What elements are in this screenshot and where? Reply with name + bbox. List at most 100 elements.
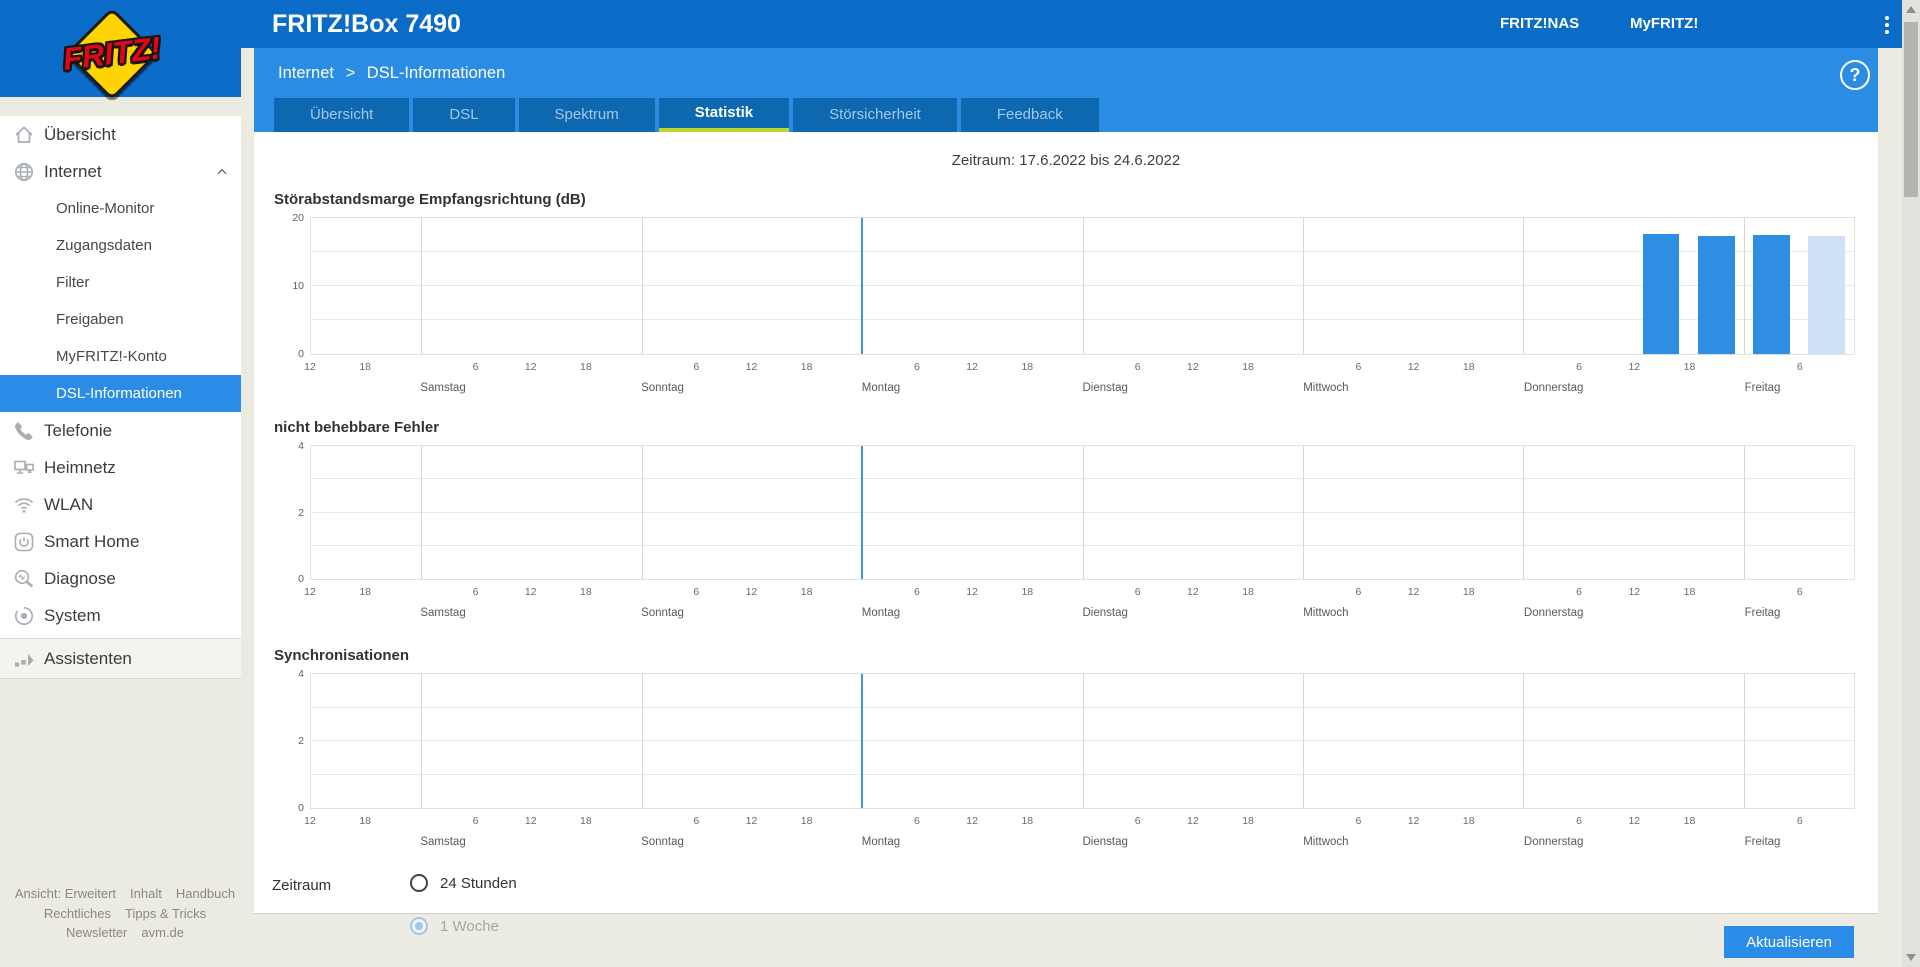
footer-link[interactable]: Inhalt xyxy=(130,886,162,901)
help-icon[interactable]: ? xyxy=(1840,60,1870,90)
day-label: Sonntag xyxy=(641,607,684,619)
x-axis-tick-label: 12 xyxy=(966,586,978,598)
x-axis-day-labels: Samstag Sonntag Montag Dienstag Mittwoch Donn… xyxy=(310,382,1855,397)
x-axis-tick-label: 6 xyxy=(914,361,920,373)
chart-plot-area: 0 10 20 xyxy=(292,212,1855,360)
chart-bar xyxy=(1697,235,1735,354)
x-axis-tick-label: 18 xyxy=(359,586,372,598)
tab-feedback[interactable]: Feedback xyxy=(960,98,1099,132)
fritznas-link[interactable]: FRITZ!NAS xyxy=(1500,0,1579,48)
sidebar-item-myfritz-konto[interactable]: MyFRITZ!-Konto xyxy=(0,338,241,375)
sidebar-item-filter[interactable]: Filter xyxy=(0,264,241,301)
day-label: Dienstag xyxy=(1082,382,1128,394)
day-label: Samstag xyxy=(420,382,466,394)
chart-title: Störabstandsmarge Empfangsrichtung (dB) xyxy=(274,191,586,208)
tab--bersicht[interactable]: Übersicht xyxy=(274,98,410,132)
sidebar-item-telefonie[interactable]: Telefonie xyxy=(0,412,241,449)
sidebar-item-system[interactable]: System xyxy=(0,597,241,634)
aktualisieren-button[interactable]: Aktualisieren xyxy=(1724,926,1854,958)
x-axis-tick-label: 6 xyxy=(1576,586,1583,598)
sidebar-item-zugangsdaten[interactable]: Zugangsdaten xyxy=(0,227,241,264)
sidebar-item-heimnetz[interactable]: Heimnetz xyxy=(0,449,241,486)
x-axis-tick-label: 12 xyxy=(745,361,758,373)
x-axis-tick-label: 6 xyxy=(1355,361,1362,373)
day-boundary-line xyxy=(641,674,643,808)
x-axis-tick-label: 18 xyxy=(359,815,372,827)
x-axis-day-labels: Samstag Sonntag Montag Dienstag Mittwoch Donn… xyxy=(310,607,1855,622)
day-boundary-line xyxy=(1523,218,1525,354)
x-axis-tick-label: 12 xyxy=(1407,361,1420,373)
x-axis-tick-label: 6 xyxy=(1796,815,1803,827)
x-axis-tick-label: 12 xyxy=(1628,586,1641,598)
radio-button-checked-icon[interactable] xyxy=(410,917,428,935)
footer-link[interactable]: Newsletter xyxy=(66,925,127,940)
breadcrumb-dsl-informationen: DSL-Informationen xyxy=(366,64,506,82)
x-axis-tick-label: 18 xyxy=(1242,361,1254,373)
x-axis-tick-label: 18 xyxy=(1462,815,1475,827)
x-axis-tick-label: 18 xyxy=(1683,361,1696,373)
day-label: Samstag xyxy=(420,836,466,848)
kebab-menu-icon[interactable] xyxy=(1881,13,1893,37)
sidebar-item-freigaben[interactable]: Freigaben xyxy=(0,301,241,338)
day-label: Dienstag xyxy=(1082,607,1128,619)
day-label: Sonntag xyxy=(641,836,684,848)
footer-link[interactable]: avm.de xyxy=(141,925,184,940)
x-axis-tick-label: 12 xyxy=(745,815,758,827)
current-time-marker-line xyxy=(861,446,864,579)
breadcrumb-separator: > xyxy=(345,64,356,82)
sidebar-footer-row: Newsletter avm.de xyxy=(0,923,250,943)
main-panel: Zeitraum: 17.6.2022 bis 24.6.2022 Störab… xyxy=(254,132,1878,967)
x-axis-tick-label: 18 xyxy=(1021,361,1034,373)
tab-spektrum[interactable]: Spektrum xyxy=(518,98,655,132)
sidebar-item-diagnose[interactable]: Diagnose xyxy=(0,560,241,597)
tab-dsl[interactable]: DSL xyxy=(413,98,515,132)
sidebar-item--bersicht[interactable]: Übersicht xyxy=(0,116,241,153)
sidebar-item-smart-home[interactable]: Smart Home xyxy=(0,523,241,560)
radio-1-woche[interactable]: 1 Woche xyxy=(410,917,499,935)
sidebar-item-label: System xyxy=(44,605,101,625)
scroll-up-icon[interactable] xyxy=(1906,6,1916,13)
day-boundary-line xyxy=(421,446,423,579)
content-header-band: Internet > DSL-Informationen ? Übersicht… xyxy=(254,48,1878,132)
x-axis-tick-label: 18 xyxy=(580,586,592,598)
sidebar-item-internet[interactable]: Internet xyxy=(0,153,241,190)
x-axis-tick-label: 12 xyxy=(524,361,537,373)
sidebar-item-label: Internet xyxy=(44,161,102,181)
x-axis-tick-label: 12 xyxy=(966,361,978,373)
sidebar-item-wlan[interactable]: WLAN xyxy=(0,486,241,523)
x-axis-tick-label: 18 xyxy=(1462,586,1475,598)
footer-link[interactable]: Handbuch xyxy=(176,886,235,901)
x-axis-tick-label: 18 xyxy=(359,361,372,373)
x-axis-tick-label: 12 xyxy=(524,815,537,827)
tab-statistik[interactable]: Statistik xyxy=(658,98,790,132)
tab-st-rsicherheit[interactable]: Störsicherheit xyxy=(793,98,957,132)
x-axis-tick-label: 18 xyxy=(1021,586,1034,598)
day-label: Mittwoch xyxy=(1303,836,1349,848)
phone-icon xyxy=(12,419,36,443)
sidebar-nav: Übersicht Internet Online-Monitor Zugangsda… xyxy=(0,116,241,679)
x-axis-tick-label: 12 xyxy=(1187,586,1199,598)
day-label: Montag xyxy=(861,836,901,848)
footer-link[interactable]: Ansicht: Erweitert xyxy=(15,886,116,901)
sidebar-item-label: Smart Home xyxy=(44,531,140,551)
fritz-logo[interactable]: FRITZ! xyxy=(0,0,241,101)
myfritz-link[interactable]: MyFRITZ! xyxy=(1630,0,1698,48)
scrollbar-thumb[interactable] xyxy=(1904,22,1918,197)
footer-link[interactable]: Rechtliches xyxy=(44,906,111,921)
footer-link[interactable]: Tipps & Tricks xyxy=(125,906,206,921)
sidebar-item-assistenten[interactable]: Assistenten xyxy=(0,639,241,679)
day-boundary-line xyxy=(641,446,643,579)
x-axis-tick-label: 18 xyxy=(1683,586,1696,598)
radio-button-icon[interactable] xyxy=(410,874,428,892)
page-scrollbar[interactable] xyxy=(1902,0,1920,967)
chart-title: Synchronisationen xyxy=(274,647,410,664)
x-axis-ticks: 12 18 6 12 18 6 12 18 6 12 18 6 12 18 6 12 18 6 12 18 6 xyxy=(304,815,1855,829)
chevron-up-icon[interactable] xyxy=(215,165,229,179)
sidebar-item-label: Heimnetz xyxy=(44,457,116,477)
breadcrumb-internet[interactable]: Internet xyxy=(278,64,334,82)
scroll-down-icon[interactable] xyxy=(1906,954,1916,961)
radio-24-stunden[interactable]: 24 Stunden xyxy=(410,874,517,892)
sidebar-item-dsl-informationen[interactable]: DSL-Informationen xyxy=(0,375,241,412)
chart-plot-area: 0 2 4 xyxy=(298,440,1855,585)
sidebar-item-online-monitor[interactable]: Online-Monitor xyxy=(0,190,241,227)
